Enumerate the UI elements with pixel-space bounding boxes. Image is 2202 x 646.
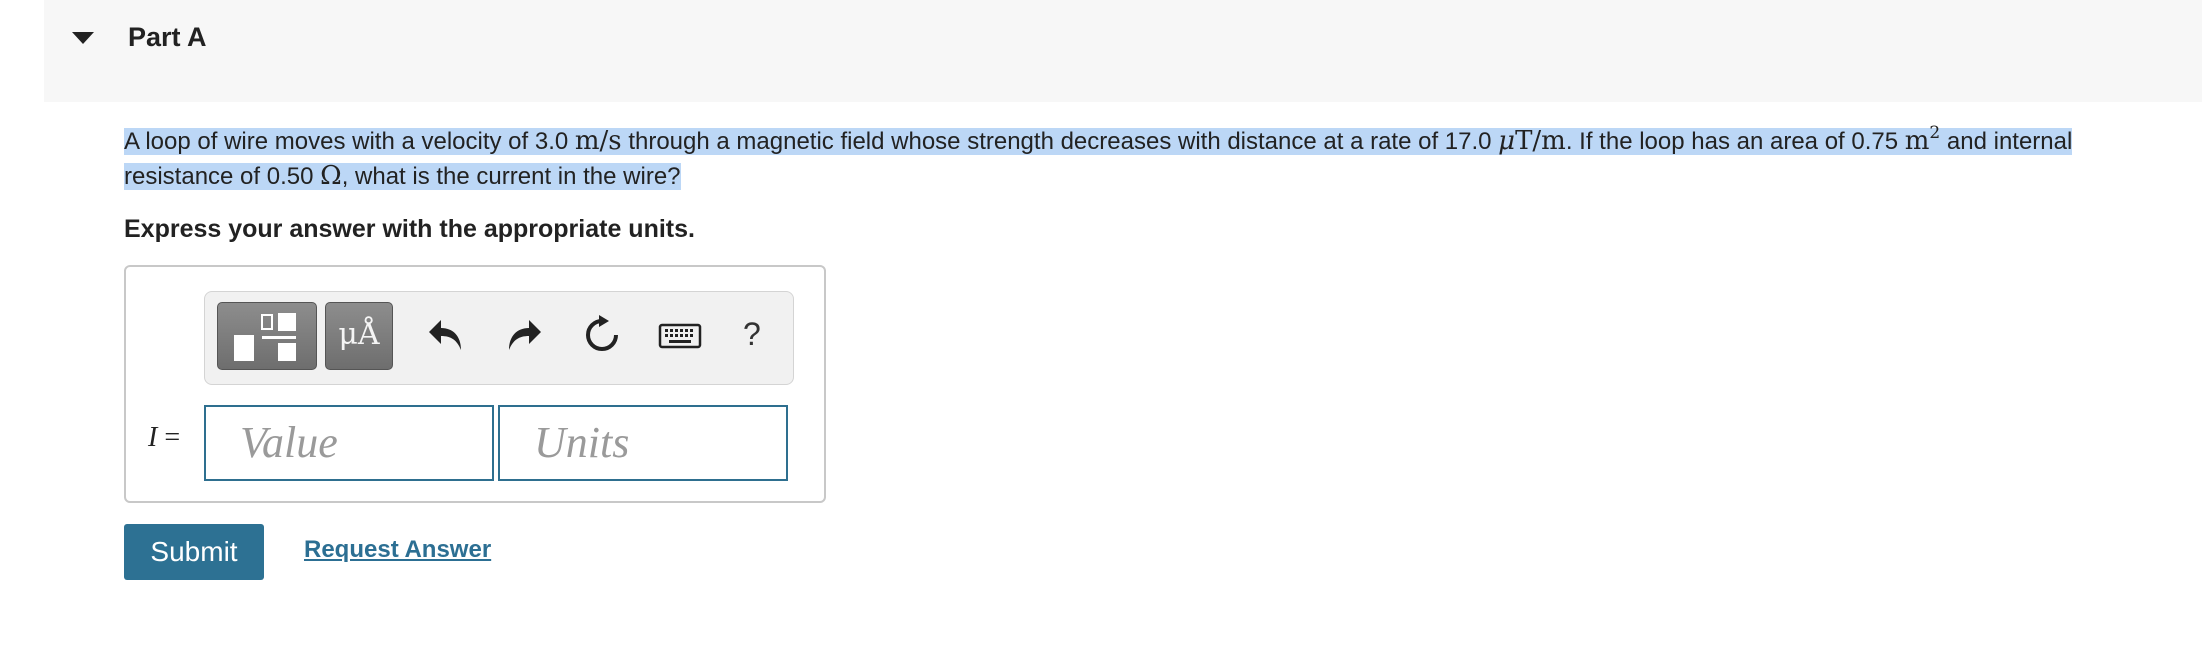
math-toolbar: μÅ ?: [204, 291, 794, 385]
part-title: Part A: [128, 22, 207, 52]
unit-ohm: Ω: [320, 161, 342, 191]
help-button[interactable]: ?: [743, 316, 761, 353]
instruction-text: Express your answer with the appropriate…: [124, 215, 695, 243]
undo-icon[interactable]: [423, 312, 469, 358]
unit-t-per-m: T/m: [1515, 126, 1566, 156]
keyboard-icon[interactable]: [657, 312, 703, 358]
redo-icon[interactable]: [501, 312, 547, 358]
unit-mps: m/s: [574, 126, 622, 156]
equals-sign: =: [157, 422, 181, 453]
unit-exponent: 2: [1929, 123, 1941, 143]
question-text-2: through a magnetic field whose strength …: [621, 128, 1499, 155]
unit-m: m: [1904, 126, 1930, 156]
part-header[interactable]: [44, 0, 2202, 102]
templates-icon: [234, 313, 296, 361]
question-text-3: . If the loop has an area of 0.75: [1565, 128, 1905, 155]
question-text: A loop of wire moves with a velocity of …: [124, 124, 2174, 194]
answer-box: μÅ ? I = Value Units: [124, 265, 826, 503]
submit-button[interactable]: Submit: [124, 524, 264, 580]
value-input[interactable]: Value: [204, 405, 494, 481]
reset-icon[interactable]: [579, 312, 625, 358]
units-button[interactable]: μÅ: [325, 302, 393, 370]
question-text-5: , what is the current in the wire?: [341, 163, 681, 190]
units-input[interactable]: Units: [498, 405, 788, 481]
answer-variable: I: [148, 422, 158, 453]
unit-micro-tesla-per-m: μT/m: [1498, 126, 1566, 156]
answer-variable-label: I =: [148, 422, 180, 454]
caret-down-icon[interactable]: [72, 32, 94, 44]
units-button-label: μÅ: [338, 317, 380, 352]
unit-mu: μ: [1498, 126, 1516, 156]
unit-m2: m2: [1904, 123, 1941, 157]
question-text-1: A loop of wire moves with a velocity of …: [124, 128, 575, 155]
templates-button[interactable]: [217, 302, 317, 370]
request-answer-link[interactable]: Request Answer: [304, 536, 491, 564]
